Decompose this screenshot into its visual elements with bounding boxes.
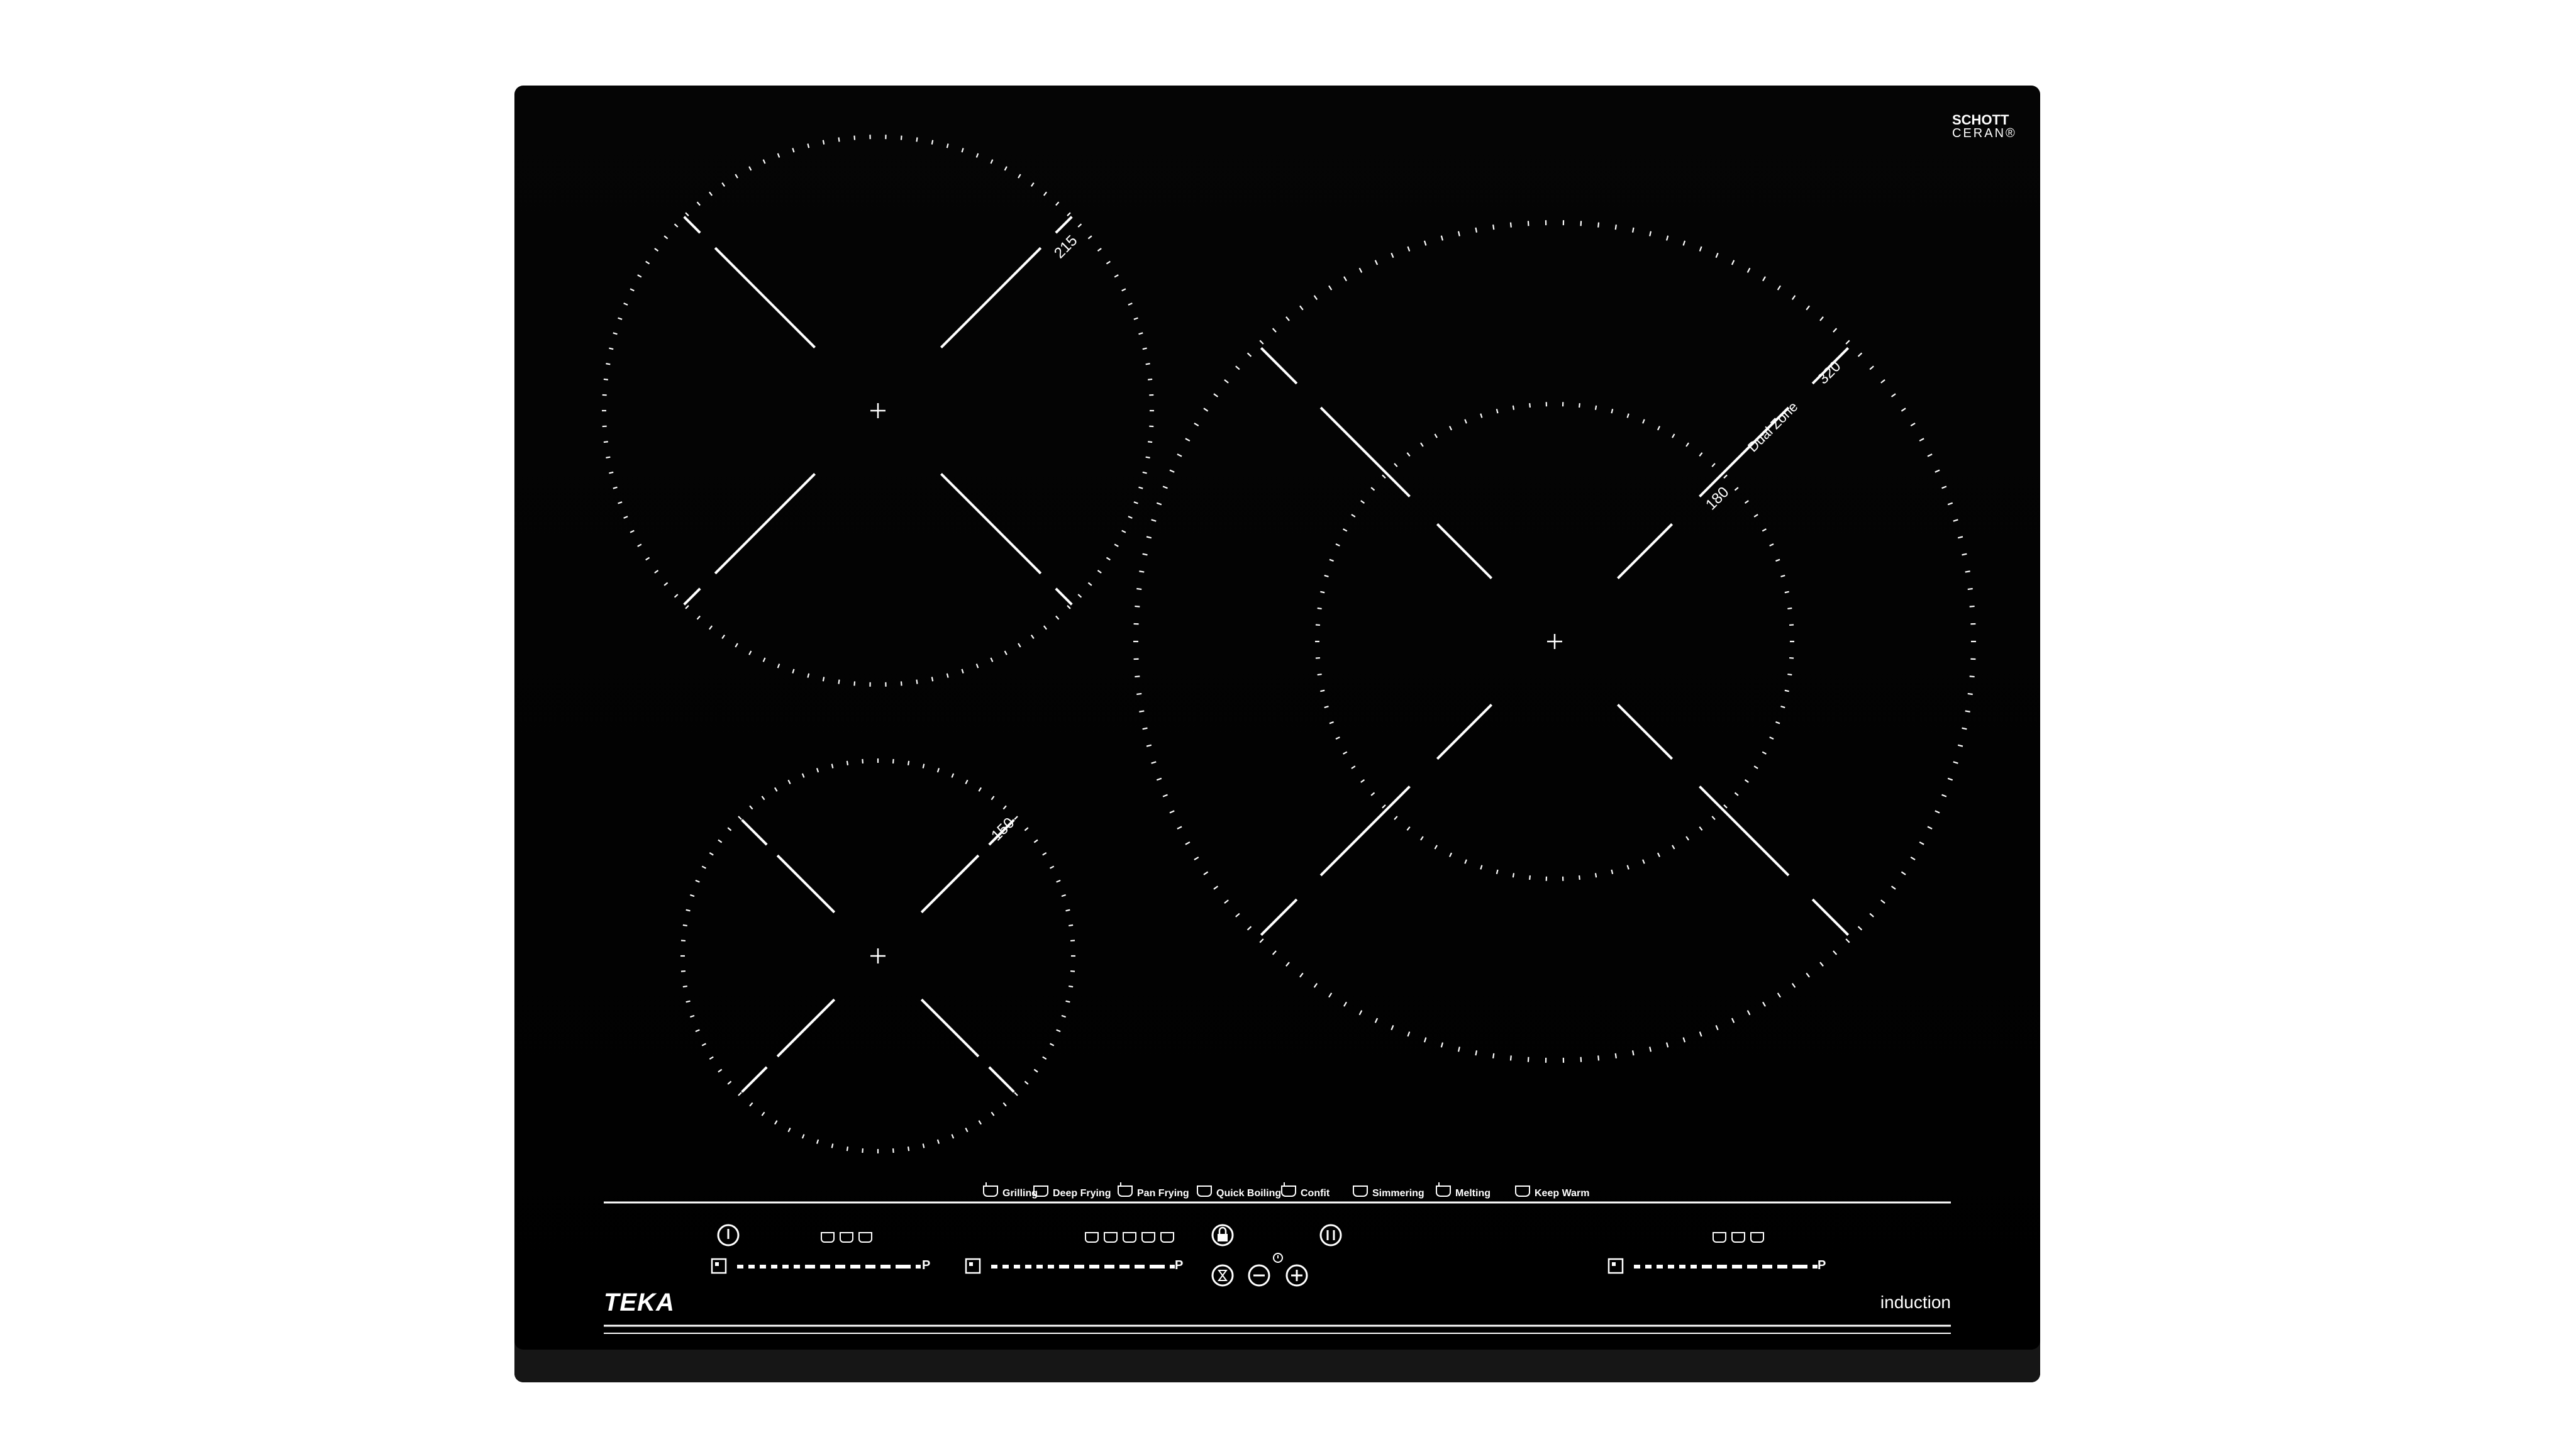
zone-top-left-size-label: 215: [1051, 232, 1080, 262]
grill-icon: [983, 1182, 998, 1197]
timer-indicator-icon: [1273, 1253, 1283, 1263]
mini-function-icon: [858, 1232, 872, 1243]
mini-function-icon: [1160, 1232, 1174, 1243]
function-label: Pan Frying: [1137, 1188, 1189, 1199]
power-slider-right[interactable]: [1607, 1258, 1818, 1274]
function-label: Melting: [1455, 1188, 1491, 1199]
function-row: Grilling Deep Frying Pan Frying Quick Boili…: [983, 1182, 1589, 1199]
lock-icon[interactable]: [1211, 1224, 1234, 1246]
pause-icon[interactable]: [1319, 1224, 1342, 1246]
power-icon[interactable]: [717, 1224, 740, 1246]
mini-function-icon: [1750, 1232, 1764, 1243]
mini-function-icon: [1731, 1232, 1745, 1243]
hob-artwork: 215 150 320 Dual Zone 180 SCHOTT CERAN® …: [602, 112, 2017, 1334]
confit-icon: [1281, 1182, 1296, 1197]
cooking-zone-right-dual[interactable]: [1133, 220, 1976, 1063]
mini-function-icon: [1104, 1232, 1118, 1243]
mini-function-icon: [1085, 1232, 1099, 1243]
zone-left-function-icons: [821, 1232, 872, 1243]
induction-hob: 215 150 320 Dual Zone 180 SCHOTT CERAN® …: [514, 86, 2040, 1382]
boil-icon: [1197, 1185, 1212, 1197]
cooking-zone-top-left[interactable]: [602, 135, 1154, 687]
function-label: Quick Boiling: [1216, 1188, 1281, 1199]
schott-logo-line1: SCHOTT: [1952, 112, 2009, 128]
mini-function-icon: [840, 1232, 853, 1243]
cooking-zone-bottom-left[interactable]: [680, 758, 1075, 1153]
slider-left-max-label: P: [922, 1258, 930, 1272]
pan-icon: [1118, 1182, 1133, 1197]
function-label: Confit: [1301, 1188, 1330, 1199]
zone-right-outer-size-label: 320: [1814, 358, 1844, 387]
zone-right-dual-label: Dual Zone: [1745, 399, 1801, 455]
mini-function-icon: [1141, 1232, 1155, 1243]
melt-icon: [1436, 1182, 1451, 1197]
pot-icon: [1353, 1185, 1368, 1197]
power-slider-left[interactable]: [711, 1258, 921, 1274]
function-label: Simmering: [1372, 1188, 1424, 1199]
slider-right-max-label: P: [1818, 1258, 1826, 1272]
mini-function-icon: [1123, 1232, 1136, 1243]
zone-right-function-icons: [1713, 1232, 1764, 1243]
zone-middle-function-icons: [1085, 1232, 1174, 1243]
plus-icon[interactable]: [1285, 1264, 1308, 1287]
function-label: Deep Frying: [1053, 1188, 1111, 1199]
keep-warm-icon: [1515, 1185, 1530, 1197]
induction-label: induction: [1880, 1292, 1951, 1312]
function-label: Keep Warm: [1535, 1188, 1589, 1199]
teka-logo: TEKA: [604, 1289, 675, 1316]
mini-function-icon: [821, 1232, 835, 1243]
minus-icon[interactable]: [1248, 1264, 1270, 1287]
schott-logo-line2: CERAN®: [1952, 126, 2017, 140]
timer-icon[interactable]: [1211, 1264, 1234, 1287]
function-label: Grilling: [1002, 1188, 1038, 1199]
power-slider-middle[interactable]: [965, 1258, 1175, 1274]
mini-function-icon: [1713, 1232, 1726, 1243]
slider-middle-max-label: P: [1175, 1258, 1183, 1272]
